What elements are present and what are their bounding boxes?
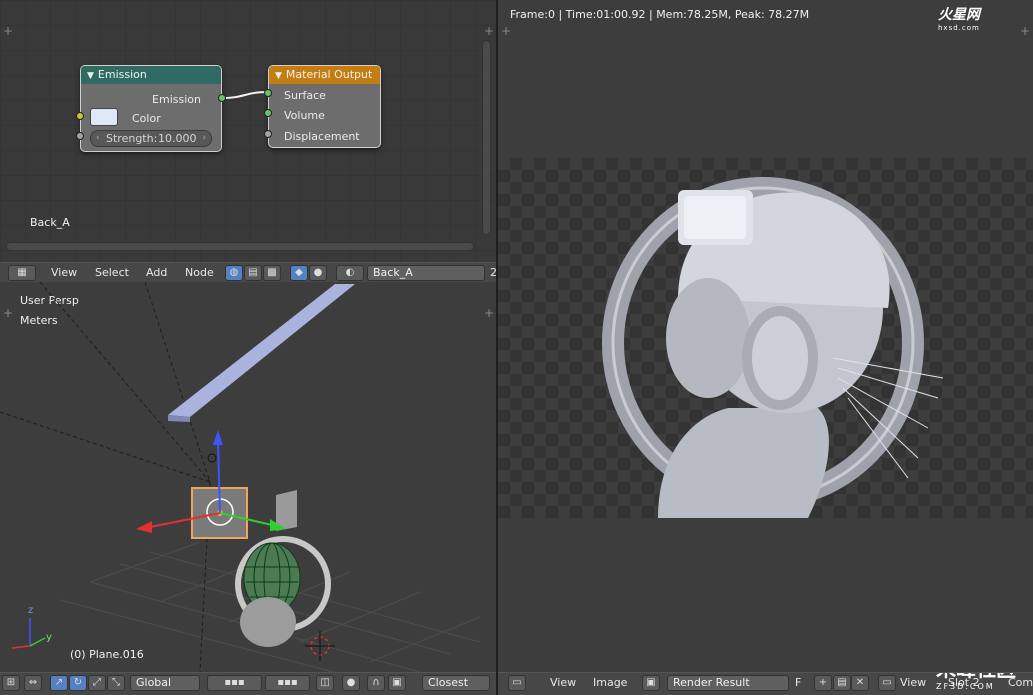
- displacement-input-label: Displacement: [284, 130, 360, 143]
- material-output-node[interactable]: ▼ Material Output Surface Volume Displace…: [268, 65, 381, 148]
- material-browse-icon[interactable]: ◐: [336, 265, 364, 281]
- layers-grid-icon-2[interactable]: ▪▪▪: [265, 675, 310, 691]
- axis-y-line: [29, 637, 46, 647]
- shader-nodes-icon[interactable]: ◍: [225, 265, 243, 281]
- color-swatch[interactable]: [90, 108, 118, 126]
- volume-input-socket[interactable]: [264, 109, 272, 117]
- displacement-input-socket[interactable]: [264, 130, 272, 138]
- scale-manipulator-icon[interactable]: ⤢: [88, 675, 106, 691]
- color-label: Color: [132, 112, 161, 125]
- orientation-dropdown[interactable]: Global: [130, 675, 200, 691]
- hxsd-logo-subtext: hxsd.com: [938, 24, 980, 32]
- translate-manipulator-icon[interactable]: ↗: [50, 675, 68, 691]
- viewport-header: ⊞ ⇔ ↗ ↻ ⤢ ⤡ Global ▪▪▪ ▪▪▪ ◫ ● ∩ ▣ Close…: [0, 672, 496, 695]
- material-output-header[interactable]: ▼ Material Output: [269, 66, 380, 84]
- node-links: [221, 91, 269, 99]
- strength-value: 10.000: [158, 132, 197, 145]
- new-image-icon[interactable]: +: [814, 675, 832, 691]
- axis-x-line: [11, 645, 31, 649]
- compositing-nodes-icon[interactable]: ▤: [244, 265, 262, 281]
- menu-node[interactable]: Node: [185, 266, 214, 279]
- menu-add[interactable]: Add: [146, 266, 167, 279]
- rotate-manipulator-icon[interactable]: ↻: [69, 675, 87, 691]
- color-input-socket[interactable]: [76, 112, 84, 120]
- horizontal-scrollbar[interactable]: [6, 242, 474, 251]
- lock-camera-icon[interactable]: ◫: [316, 675, 334, 691]
- strength-input-socket[interactable]: [76, 132, 84, 140]
- menu-select[interactable]: Select: [95, 266, 129, 279]
- hxsd-logo: 火星网 hxsd.com: [938, 4, 980, 32]
- texture-nodes-icon[interactable]: ▩: [263, 265, 281, 281]
- material-name-field[interactable]: Back_A: [367, 265, 485, 281]
- snap-magnet-icon[interactable]: ∩: [367, 675, 385, 691]
- strength-label: Strength:: [106, 132, 158, 145]
- render-stats: Frame:0 | Time:01:00.92 | Mem:78.25M, Pe…: [510, 8, 810, 21]
- active-object-label: (0) Plane.016: [70, 648, 144, 661]
- emission-node[interactable]: ▼ Emission Emission Color ‹ Strength: 10.…: [80, 65, 222, 152]
- image-editor[interactable]: Frame:0 | Time:01:00.92 | Mem:78.25M, Pe…: [498, 0, 1033, 672]
- render-result-canvas[interactable]: [498, 158, 1033, 518]
- close-icon[interactable]: ✕: [851, 675, 869, 691]
- image-name-field[interactable]: Render Result: [667, 675, 789, 691]
- node-editor-header: ▦ View Select Add Node ◍ ▤ ▩ ◆ ● ◐ Back_…: [0, 262, 496, 282]
- volume-input-label: Volume: [284, 109, 325, 122]
- increment-arrow-icon[interactable]: ›: [202, 131, 206, 146]
- node-editor[interactable]: + + ▼ Emission Emission Color ‹ Strength:…: [0, 0, 496, 262]
- zf3d-watermark: 朱峰社区 ZF3D.COM: [898, 673, 1016, 691]
- area-corner-icon[interactable]: +: [1020, 24, 1030, 38]
- menu-image[interactable]: Image: [593, 676, 627, 689]
- decrement-arrow-icon[interactable]: ‹: [96, 131, 100, 146]
- emission-output-socket[interactable]: [218, 94, 226, 102]
- view-mode-icon[interactable]: ▭: [878, 675, 896, 691]
- hxsd-logo-text: 火星网: [938, 7, 980, 23]
- material-name-label: Back_A: [30, 216, 70, 229]
- viewport-scene: [0, 282, 481, 672]
- image-editor-header: ▭ View Image ▣ Render Result F + ▤ ✕ ▭ V…: [498, 672, 1033, 695]
- emission-node-title: Emission: [97, 68, 147, 81]
- open-image-icon[interactable]: ▤: [833, 675, 851, 691]
- surface-input-socket[interactable]: [264, 89, 272, 97]
- axis-z-label: z: [28, 605, 34, 616]
- material-output-title: Material Output: [285, 68, 373, 81]
- collapse-triangle-icon[interactable]: ▼: [87, 71, 94, 81]
- render-image: [602, 177, 944, 518]
- proportional-edit-icon[interactable]: ●: [342, 675, 360, 691]
- watermark-sub: ZF3D.COM: [936, 682, 995, 691]
- menu-view[interactable]: View: [51, 266, 77, 279]
- manipulator-toggle-icon[interactable]: ⇔: [24, 675, 42, 691]
- 3d-viewport[interactable]: + + User Persp Meters z y (0) Plane.016: [0, 282, 496, 672]
- editor-type-button[interactable]: ▭: [508, 675, 526, 691]
- emission-output-label: Emission: [152, 93, 201, 106]
- editor-type-button[interactable]: ⊞: [2, 675, 20, 691]
- vertical-scrollbar[interactable]: [482, 40, 491, 235]
- strength-field[interactable]: ‹ Strength: 10.000 ›: [90, 130, 212, 147]
- area-light-plane: [168, 284, 355, 417]
- surface-input-label: Surface: [284, 89, 326, 102]
- world-shader-icon[interactable]: ●: [309, 265, 327, 281]
- collapse-triangle-icon[interactable]: ▼: [275, 71, 282, 81]
- layers-grid-icon[interactable]: ▪▪▪: [207, 675, 262, 691]
- menu-view[interactable]: View: [550, 676, 576, 689]
- pivot-icon[interactable]: ⤡: [107, 675, 125, 691]
- area-corner-icon[interactable]: +: [501, 24, 511, 38]
- watermark-main: 朱峰社区: [936, 673, 1016, 681]
- snap-element-icon[interactable]: ▣: [388, 675, 406, 691]
- axis-y-label: y: [46, 632, 52, 643]
- snap-target-dropdown[interactable]: Closest: [422, 675, 490, 691]
- fake-user-button[interactable]: F: [795, 676, 801, 689]
- editor-type-button[interactable]: ▦: [8, 265, 36, 281]
- emission-node-header[interactable]: ▼ Emission: [81, 66, 221, 84]
- area-divider[interactable]: [496, 0, 498, 695]
- image-browse-icon[interactable]: ▣: [642, 675, 660, 691]
- object-shader-icon[interactable]: ◆: [290, 265, 308, 281]
